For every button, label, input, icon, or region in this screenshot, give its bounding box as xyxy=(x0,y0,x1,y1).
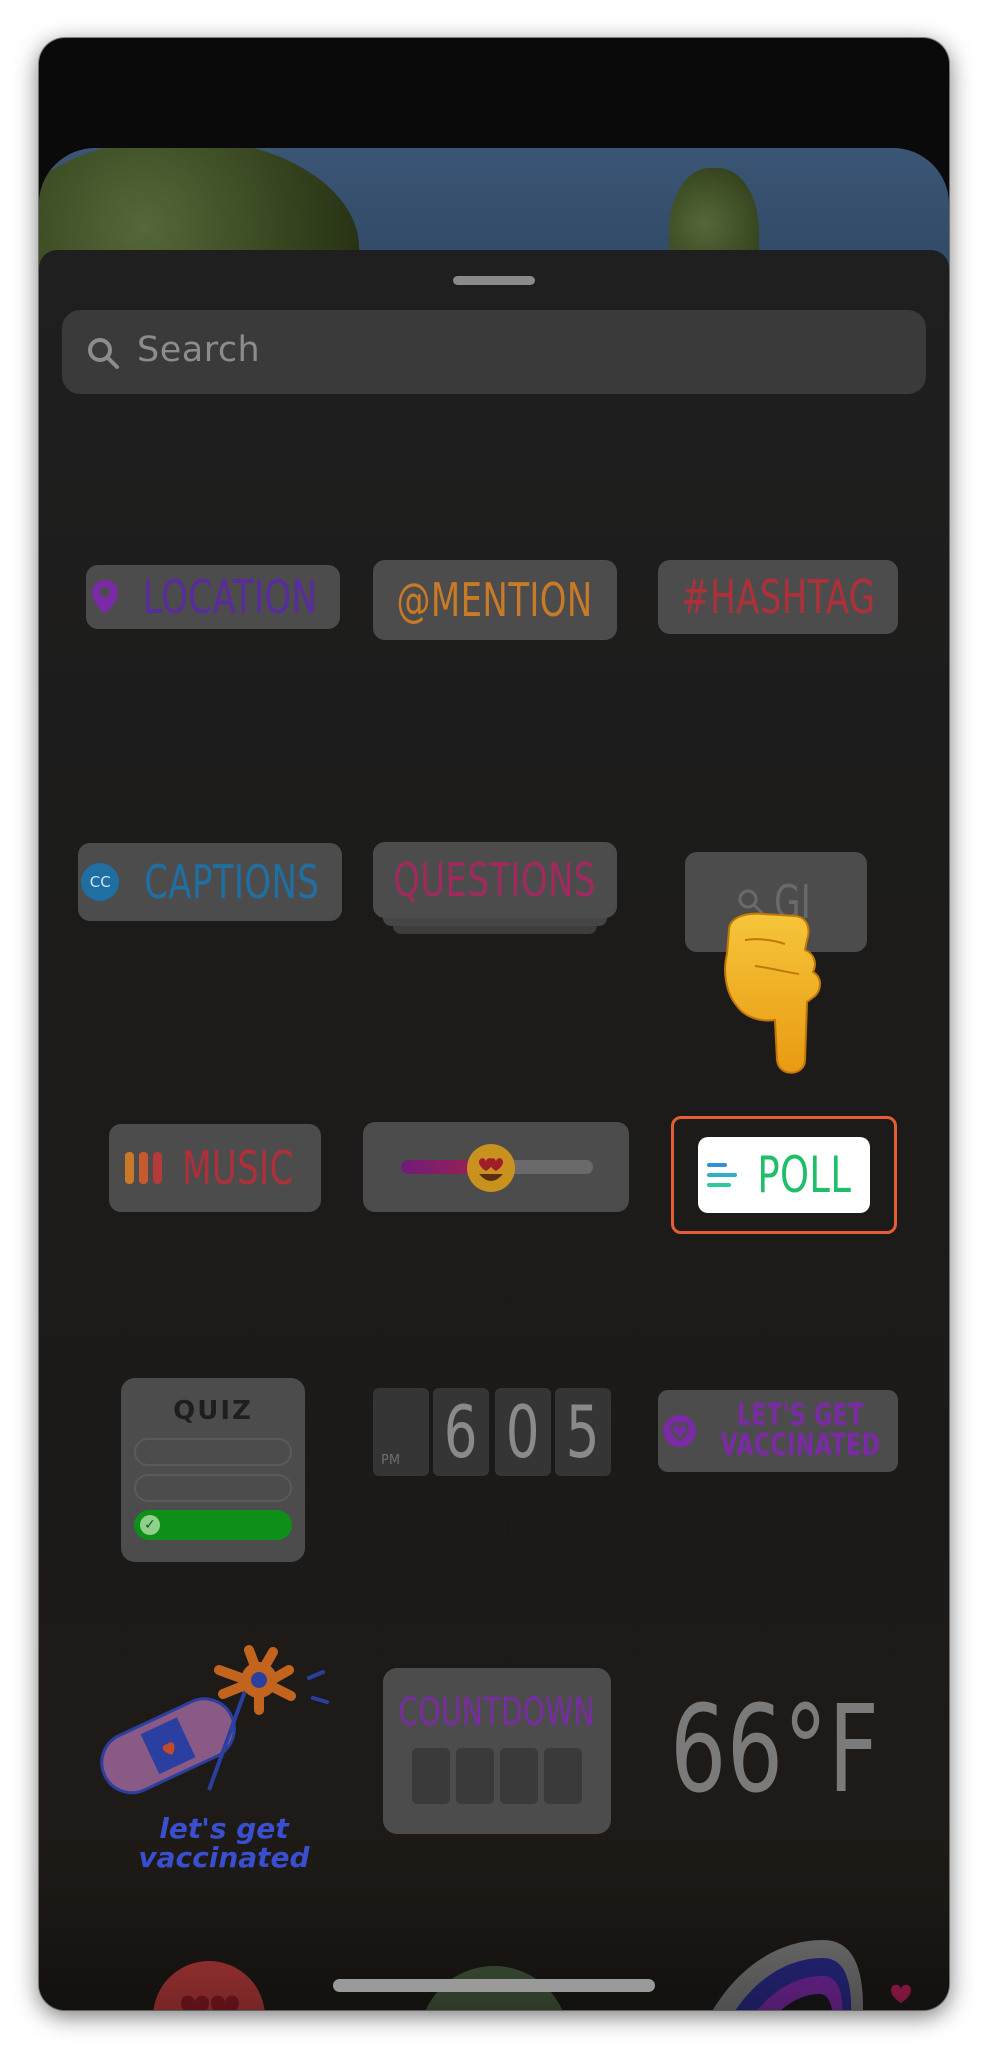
music-sticker[interactable]: MUSIC xyxy=(109,1124,321,1212)
quiz-label: QUIZ xyxy=(173,1396,253,1426)
search-field[interactable]: Search xyxy=(62,310,926,394)
lets-get-vaccinated-flower-sticker[interactable]: let's get vaccinated xyxy=(99,1640,349,1880)
countdown-sticker[interactable]: COUNTDOWN xyxy=(383,1668,611,1834)
search-placeholder: Search xyxy=(137,330,261,370)
sheet-drag-handle[interactable] xyxy=(453,276,535,285)
poll-lines-icon xyxy=(706,1163,737,1187)
clock-period: PM xyxy=(381,1453,401,1468)
clock-hour-card: 6 xyxy=(433,1388,489,1476)
hashtag-sticker[interactable]: #HASHTAG xyxy=(658,560,898,634)
search-icon xyxy=(88,338,119,369)
map-pin-icon xyxy=(91,580,118,614)
heart-shield-icon xyxy=(663,1414,696,1448)
countdown-label: COUNTDOWN xyxy=(398,1690,596,1734)
vaccinated-line-1: LET'S GET xyxy=(737,1398,865,1433)
clock-minute-ones: 5 xyxy=(565,1390,601,1474)
location-sticker[interactable]: LOCATION xyxy=(86,565,340,629)
questions-sticker[interactable]: QUESTIONS xyxy=(373,842,617,942)
clock-minute-tens: 0 xyxy=(505,1390,541,1474)
pointing-down-hand-icon xyxy=(724,912,821,1074)
captions-label: CAPTIONS xyxy=(144,855,320,909)
captions-cc-icon: CC xyxy=(81,863,120,901)
clock-hour: 6 xyxy=(443,1390,479,1474)
weather-temperature: 66°F xyxy=(670,1680,880,1820)
vaccinated-line-2: VACCINATED xyxy=(720,1428,881,1463)
music-bars-icon xyxy=(124,1152,162,1184)
captions-sticker[interactable]: CC CAPTIONS xyxy=(78,843,342,921)
poll-sticker[interactable]: POLL xyxy=(671,1116,897,1234)
heart-eyes-emoji-icon[interactable] xyxy=(465,1142,517,1194)
lets-get-vaccinated-sticker[interactable]: LET'S GET VACCINATED xyxy=(658,1390,898,1472)
hashtag-label: #HASHTAG xyxy=(680,570,876,624)
mention-sticker[interactable]: @MENTION xyxy=(373,560,617,640)
music-label: MUSIC xyxy=(181,1141,294,1195)
home-indicator[interactable] xyxy=(333,1979,655,1992)
location-label: LOCATION xyxy=(142,570,318,624)
quiz-sticker[interactable]: QUIZ ✓ xyxy=(121,1378,305,1562)
weather-sticker[interactable]: 66°F xyxy=(655,1680,895,1820)
emoji-slider-sticker[interactable] xyxy=(363,1122,629,1212)
quiz-option xyxy=(134,1438,292,1466)
quiz-option-correct: ✓ xyxy=(134,1510,292,1540)
countdown-digit-boxes xyxy=(412,1748,582,1804)
clock-period-card: PM xyxy=(373,1388,429,1476)
sticker-tray-sheet: Search LOCATION @MENTION #HASHTAG CC CAP… xyxy=(39,250,949,2010)
clock-minute-card: 5 xyxy=(555,1388,611,1476)
questions-label: QUESTIONS xyxy=(393,853,597,907)
clock-sticker[interactable]: PM 6 0 5 xyxy=(373,1388,611,1476)
mention-label: @MENTION xyxy=(396,573,594,627)
bandage-flower-icon xyxy=(100,1645,329,1795)
clock-minute-card: 0 xyxy=(495,1388,551,1476)
quiz-option xyxy=(134,1474,292,1502)
checkmark-icon: ✓ xyxy=(140,1515,160,1535)
phone-screen: Search LOCATION @MENTION #HASHTAG CC CAP… xyxy=(39,38,949,2010)
poll-label: POLL xyxy=(757,1146,851,1204)
poll-inner: POLL xyxy=(698,1137,870,1213)
